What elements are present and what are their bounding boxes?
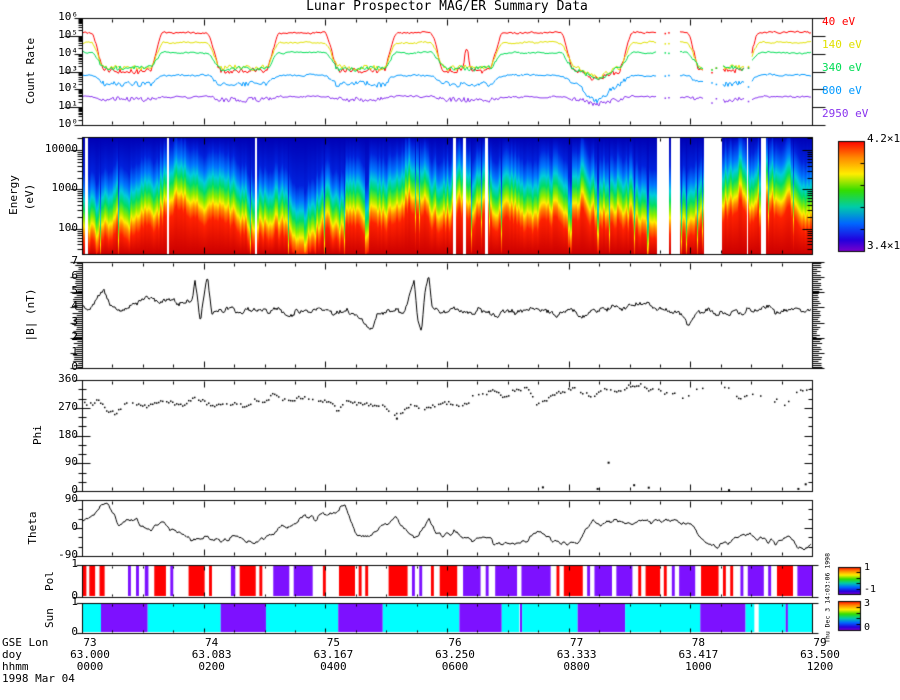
colorbar-max-label: 4.2×10⁵ [867, 132, 900, 145]
ytick-label-pol: 1 [71, 557, 78, 570]
xtick-label-hhmm: 0800 [563, 660, 590, 673]
ytick-label-phi: 360 [58, 372, 78, 385]
pol-colorbar-min: -1 [864, 584, 877, 595]
ytick-label-bmag: 1 [71, 344, 78, 358]
xtick-label-hhmm: 1200 [806, 660, 834, 673]
xtick-label-hhmm: 0000 [76, 660, 104, 673]
xtick-label-hhmm: 0600 [441, 660, 469, 673]
ytick-label-count_rate: 10⁶ [58, 10, 78, 23]
ytick-label-bmag: 2 [71, 329, 78, 343]
ytick-label-bmag: 3 [71, 314, 78, 328]
legend-entry-40-eV: 40 eV [822, 15, 856, 28]
colorbar-min-label: 3.4×10⁰ [867, 239, 900, 252]
ytick-label-bmag: 5 [71, 284, 78, 298]
plot-generated-timestamp: Thu Dec 3 14:03:06 1998 [823, 552, 832, 644]
xaxis-date-label: 1998 Mar 04 [2, 672, 75, 685]
ytick-label-count_rate: 10³ [58, 63, 78, 77]
ytick-label-spectrogram: 1000 [51, 181, 79, 195]
xtick-label-hhmm: 0200 [198, 660, 225, 673]
ylabel-sun: Sun [43, 608, 56, 628]
ytick-label-bmag: 4 [71, 299, 78, 313]
sun-colorbar-min: 0 [864, 622, 871, 633]
ytick-label-count_rate: 10⁰ [58, 117, 78, 130]
legend-entry-340-eV: 340 eV [822, 61, 862, 74]
lp-mager-summary-plot: Lunar Prospector MAG/ER Summary Data Cou… [0, 0, 900, 700]
ytick-label-phi: 270 [58, 399, 78, 413]
legend-entry-2950-eV: 2950 eV [822, 107, 869, 120]
ytick-label-theta: 90 [64, 492, 78, 505]
ytick-label-spectrogram: 100 [58, 220, 78, 234]
xtick-label-hhmm: 1000 [685, 660, 712, 673]
ylabel-energy: Energy [7, 175, 20, 215]
ytick-label-phi: 90 [64, 455, 78, 469]
ylabel-pol: Pol [43, 571, 56, 591]
pol-colorbar-max: 1 [864, 562, 871, 573]
ytick-label-count_rate: 10¹ [58, 99, 78, 113]
page-title: Lunar Prospector MAG/ER Summary Data [306, 0, 588, 14]
ytick-label-theta: 0 [71, 520, 78, 533]
ytick-label-count_rate: 10⁵ [58, 27, 78, 41]
ytick-label-bmag: 6 [71, 269, 78, 283]
ytick-label-sun: 1 [71, 595, 78, 608]
ytick-label-bmag: 7 [71, 254, 78, 267]
plot-canvas [0, 0, 900, 700]
xtick-label-hhmm: 0400 [320, 660, 347, 673]
ytick-label-count_rate: 10² [58, 81, 78, 95]
ytick-label-spectrogram: 10000 [44, 142, 78, 155]
ytick-label-count_rate: 10⁴ [58, 45, 78, 59]
sun-colorbar-max: 3 [864, 598, 871, 609]
legend-entry-140-eV: 140 eV [822, 38, 862, 51]
legend-entry-800-eV: 800 eV [822, 84, 862, 97]
ytick-label-phi: 180 [58, 427, 78, 441]
